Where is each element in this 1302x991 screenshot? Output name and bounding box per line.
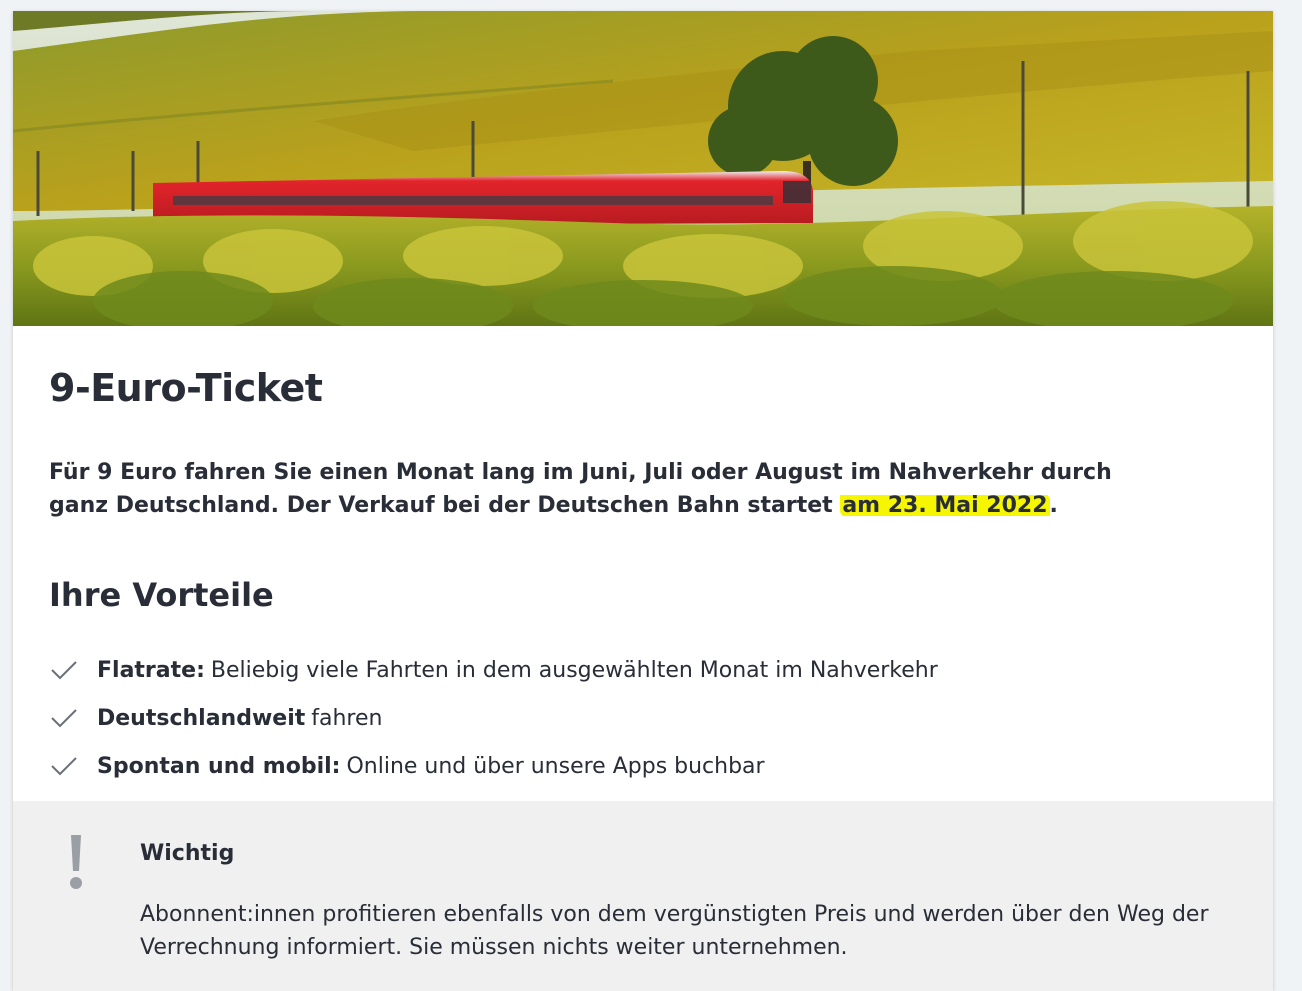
benefit-label: Deutschlandweit: [97, 705, 306, 731]
intro-text-end: .: [1049, 493, 1058, 518]
check-icon: [51, 757, 77, 776]
benefit-text: Beliebig viele Fahrten in dem ausgewählt…: [210, 657, 938, 683]
benefit-item-deutschlandweit: Deutschlandweit fahren: [49, 694, 1199, 742]
check-icon: [51, 709, 77, 728]
notice-box: Wichtig Abonnent:innen profitieren ebenf…: [13, 801, 1273, 991]
benefit-label: Flatrate:: [97, 657, 205, 683]
notice-text: Abonnent:innen profitieren ebenfalls von…: [140, 902, 1209, 960]
benefit-text: Online und über unsere Apps buchbar: [346, 753, 765, 779]
check-icon: [51, 661, 77, 680]
benefit-item-flatrate: Flatrate: Beliebig viele Fahrten in dem …: [49, 646, 1199, 694]
benefits-heading: Ihre Vorteile: [49, 576, 274, 614]
benefit-text: fahren: [311, 705, 383, 731]
page-frame: 9-Euro-Ticket Für 9 Euro fahren Sie eine…: [0, 0, 1302, 991]
benefit-item-spontan: Spontan und mobil: Online und über unser…: [49, 742, 1199, 790]
hero-image: [13, 11, 1273, 326]
sale-date-highlight: am 23. Mai 2022: [840, 493, 1050, 518]
train-vineyard-illustration: [13, 11, 1273, 326]
exclamation-icon: [70, 835, 82, 889]
ticket-card: 9-Euro-Ticket Für 9 Euro fahren Sie eine…: [13, 11, 1273, 991]
benefit-label: Spontan und mobil:: [97, 753, 341, 779]
intro-text: Für 9 Euro fahren Sie einen Monat lang i…: [49, 456, 1169, 522]
page-title: 9-Euro-Ticket: [49, 366, 323, 410]
benefits-list: Flatrate: Beliebig viele Fahrten in dem …: [49, 646, 1199, 790]
notice-title: Wichtig: [140, 841, 235, 866]
